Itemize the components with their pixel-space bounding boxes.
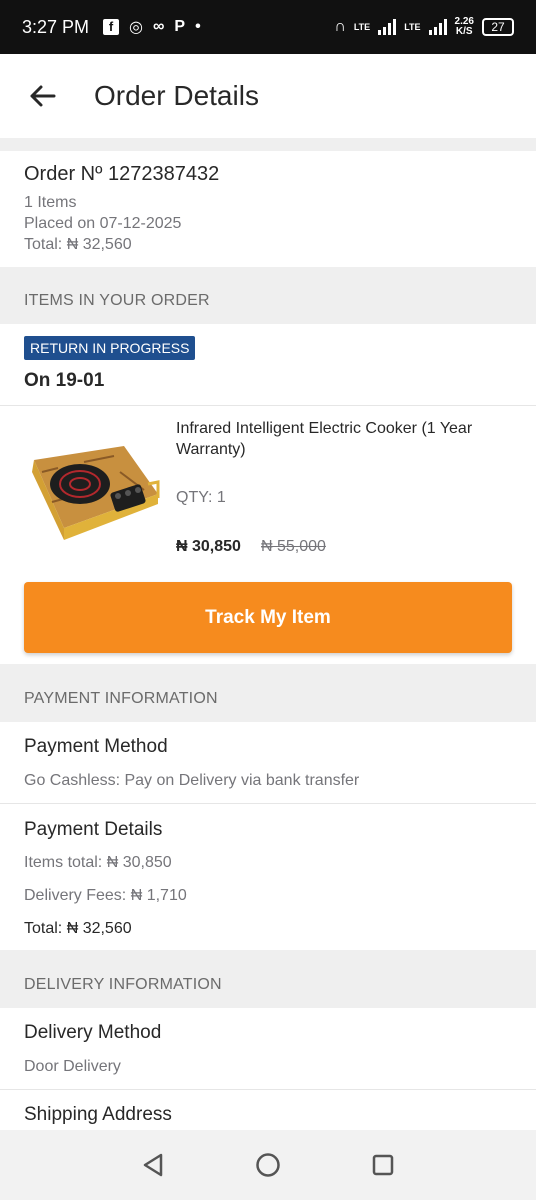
status-bar: 3:27 PM f ◎ ∞ P • ∩ LTE LTE 2.26 K/S 27 bbox=[0, 0, 536, 54]
app-bar: Order Details bbox=[0, 54, 536, 138]
battery-icon: 27 bbox=[482, 18, 514, 36]
divider bbox=[0, 803, 536, 804]
triangle-back-icon bbox=[144, 1153, 163, 1177]
notification-icons: f ◎ ∞ P • bbox=[103, 17, 201, 37]
order-number: Order Nº 1272387432 bbox=[24, 163, 220, 185]
order-total: Total: ₦ 32,560 bbox=[24, 236, 132, 253]
product-qty: QTY: 1 bbox=[176, 489, 226, 506]
track-item-button[interactable]: Track My Item bbox=[24, 582, 512, 653]
placed-on-date: Placed on 07-12-2025 bbox=[24, 215, 182, 232]
shipping-address-title: Shipping Address bbox=[24, 1104, 172, 1125]
items-count: 1 Items bbox=[24, 194, 77, 211]
p-app-icon: P bbox=[174, 18, 186, 35]
signal-icon-2 bbox=[428, 19, 447, 35]
network-speed: 2.26 K/S bbox=[455, 17, 474, 37]
product-image[interactable] bbox=[24, 432, 162, 542]
back-button[interactable] bbox=[22, 76, 62, 116]
divider bbox=[0, 405, 536, 406]
payment-method-value: Go Cashless: Pay on Delivery via bank tr… bbox=[24, 772, 360, 789]
delivery-fees: Delivery Fees: ₦ 1,710 bbox=[24, 887, 187, 904]
product-name[interactable]: Infrared Intelligent Electric Cooker (1 … bbox=[176, 418, 516, 460]
signal-icon-1 bbox=[378, 19, 397, 35]
speed-unit: K/S bbox=[455, 26, 473, 37]
navigation-bar bbox=[0, 1130, 536, 1200]
lte-label-2: LTE bbox=[404, 21, 421, 32]
status-badge: RETURN IN PROGRESS bbox=[24, 336, 196, 360]
circle-home-icon bbox=[256, 1153, 280, 1177]
payment-details-title: Payment Details bbox=[24, 819, 163, 840]
nav-back-button[interactable] bbox=[133, 1145, 173, 1185]
facebook-icon: f bbox=[103, 19, 120, 35]
payment-total: Total: ₦ 32,560 bbox=[24, 920, 132, 937]
headphones-icon: ∩ bbox=[334, 18, 346, 35]
product-old-price: ₦ 55,000 bbox=[261, 538, 326, 555]
divider bbox=[0, 1089, 536, 1090]
payment-section-header: PAYMENT INFORMATION bbox=[24, 690, 218, 707]
whatsapp-icon: ◎ bbox=[129, 19, 144, 36]
nav-recents-button[interactable] bbox=[363, 1145, 403, 1185]
items-section-header: ITEMS IN YOUR ORDER bbox=[24, 292, 210, 309]
system-icons: ∩ LTE LTE 2.26 K/S 27 bbox=[334, 17, 514, 37]
status-date: On 19-01 bbox=[24, 370, 105, 391]
delivery-section-header: DELIVERY INFORMATION bbox=[24, 976, 222, 993]
game-icon: ∞ bbox=[153, 18, 165, 35]
status-time: 3:27 PM bbox=[22, 16, 90, 37]
page-title: Order Details bbox=[94, 80, 259, 111]
delivery-method-title: Delivery Method bbox=[24, 1022, 162, 1043]
order-summary: Order Nº 1272387432 1 Items Placed on 07… bbox=[0, 151, 536, 267]
back-arrow-icon bbox=[30, 85, 56, 107]
delivery-card: Delivery Method Door Delivery Shipping A… bbox=[0, 1008, 536, 1130]
items-total: Items total: ₦ 30,850 bbox=[24, 854, 172, 871]
payment-card: Payment Method Go Cashless: Pay on Deliv… bbox=[0, 722, 536, 950]
dot-icon: • bbox=[195, 18, 201, 35]
square-recents-icon bbox=[372, 1154, 393, 1176]
product-price: ₦ 30,850 bbox=[176, 538, 241, 555]
lte-label-1: LTE bbox=[353, 21, 371, 32]
payment-method-title: Payment Method bbox=[24, 736, 168, 757]
electric-cooker-image bbox=[32, 446, 160, 540]
nav-home-button[interactable] bbox=[248, 1145, 288, 1185]
delivery-method-value: Door Delivery bbox=[24, 1058, 121, 1075]
